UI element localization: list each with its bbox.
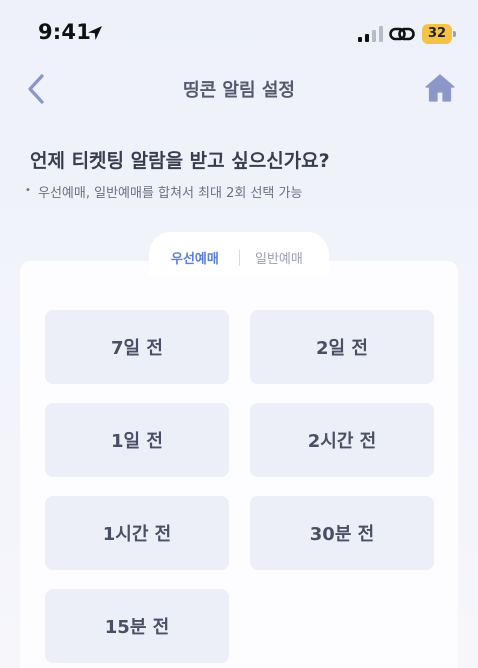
status-bar: 9:41 32 — [0, 0, 478, 66]
options-card: 7일 전 2일 전 1일 전 2시간 전 1시간 전 30분 전 15분 전 — [20, 261, 458, 668]
screen: 9:41 32 띵콘 알림 설정 언제 티켓팅 알람을 받고 싶으신가요? • … — [0, 0, 478, 668]
nav-header: 띵콘 알림 설정 — [0, 66, 478, 112]
bullet-dot: • — [25, 185, 31, 196]
signal-icon — [358, 26, 383, 42]
booking-type-tabs: 우선예매 일반예매 — [149, 232, 329, 276]
question-title: 언제 티켓팅 알람을 받고 싶으신가요? — [30, 150, 330, 172]
battery-nub — [453, 31, 456, 37]
option-2-hours-before[interactable]: 2시간 전 — [250, 403, 434, 477]
link-icon — [389, 27, 415, 41]
option-1-day-before[interactable]: 1일 전 — [45, 403, 229, 477]
status-time: 9:41 — [38, 20, 92, 44]
option-30-minutes-before[interactable]: 30분 전 — [250, 496, 434, 570]
tab-general-booking[interactable]: 일반예매 — [255, 248, 303, 267]
location-arrow-icon — [88, 26, 102, 40]
tab-priority-booking[interactable]: 우선예매 — [171, 248, 219, 267]
question-note: 우선예매, 일반예매를 합쳐서 최대 2회 선택 가능 — [38, 186, 303, 201]
home-icon[interactable] — [424, 72, 456, 104]
battery-indicator: 32 — [422, 24, 456, 44]
page-title: 띵콘 알림 설정 — [183, 80, 295, 101]
option-2-days-before[interactable]: 2일 전 — [250, 310, 434, 384]
option-7-days-before[interactable]: 7일 전 — [45, 310, 229, 384]
option-15-minutes-before[interactable]: 15분 전 — [45, 589, 229, 663]
tab-divider — [239, 250, 240, 266]
battery-level: 32 — [427, 26, 447, 41]
option-1-hour-before[interactable]: 1시간 전 — [45, 496, 229, 570]
